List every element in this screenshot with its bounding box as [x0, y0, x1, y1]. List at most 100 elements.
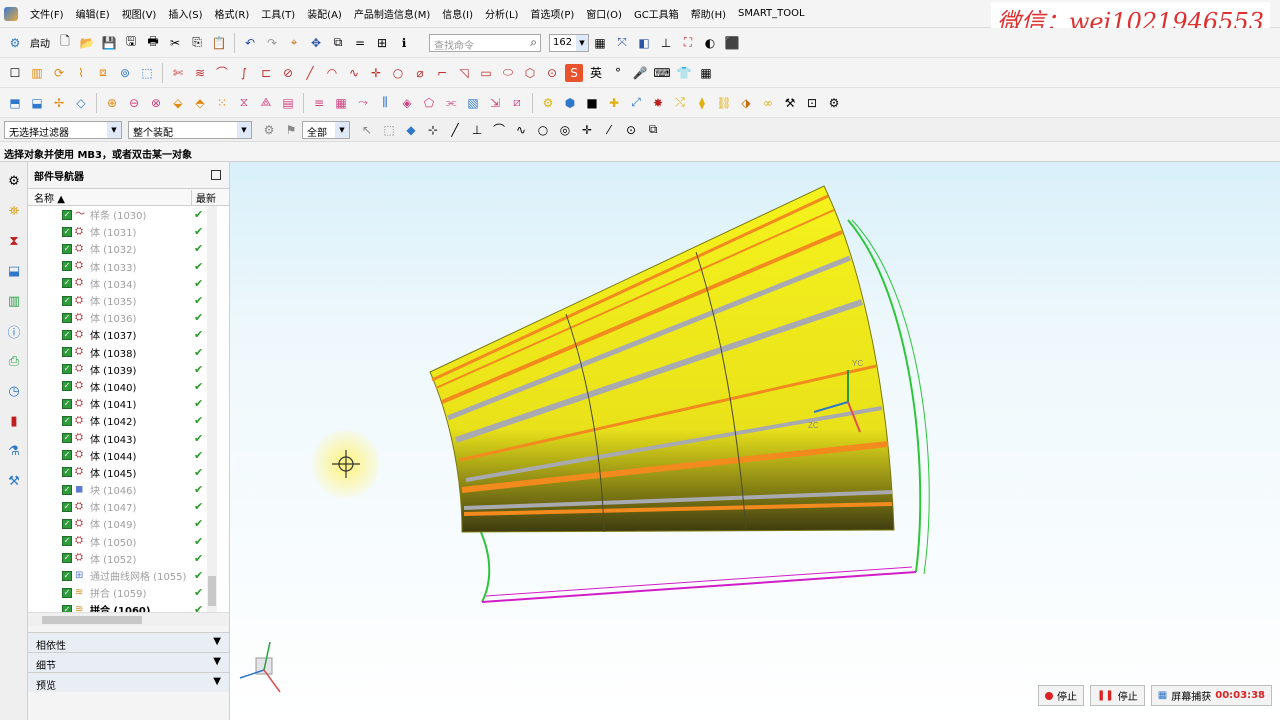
extrude-icon[interactable]: ▥: [28, 64, 46, 82]
visibility-checkbox[interactable]: ✓: [62, 278, 72, 289]
fit-view-icon[interactable]: ⛶: [679, 34, 697, 52]
patch-icon[interactable]: ▧: [464, 94, 482, 112]
history-icon[interactable]: ⎙: [3, 350, 25, 372]
spline-icon[interactable]: ∿: [345, 64, 363, 82]
line-icon[interactable]: ╱: [301, 64, 319, 82]
rectangle-icon[interactable]: ▭: [477, 64, 495, 82]
gear-icon[interactable]: ⚙: [825, 94, 843, 112]
snap-arc-icon[interactable]: ∿: [512, 121, 530, 139]
sew-icon[interactable]: ⫘: [442, 94, 460, 112]
split-body-icon[interactable]: ⬘: [191, 94, 209, 112]
snap-point-icon[interactable]: ✛: [578, 121, 596, 139]
menu-edit[interactable]: 编辑(E): [70, 6, 116, 21]
tree-row[interactable]: ✓ ⛭ 体 (1039) ✔: [28, 361, 229, 378]
chevron-down-icon[interactable]: ▼: [213, 636, 221, 647]
part-navigator-icon[interactable]: ⬓: [3, 260, 25, 282]
save-as-icon[interactable]: 🖫: [122, 34, 140, 52]
offset-surface-icon[interactable]: ⧄: [508, 94, 526, 112]
cube-view-icon[interactable]: ⬛: [723, 34, 741, 52]
save-icon[interactable]: 💾: [100, 34, 118, 52]
constraint-navigator-icon[interactable]: ⧗: [3, 230, 25, 252]
snap-center-icon[interactable]: ○: [534, 121, 552, 139]
sketch-icon[interactable]: ☐: [6, 64, 24, 82]
clock-icon[interactable]: ◷: [3, 380, 25, 402]
details-panel[interactable]: 细节 ▼: [28, 652, 229, 672]
graphics-window[interactable]: YC ZC 停止 ❚❚ 停止 ▦ 屏幕捕获 00:03:38: [230, 162, 1280, 720]
cut-icon[interactable]: ✂: [166, 34, 184, 52]
constraint-icon[interactable]: ■: [583, 94, 601, 112]
snap-curve-icon[interactable]: ⊙: [622, 121, 640, 139]
ellipse-icon[interactable]: ⬭: [499, 64, 517, 82]
menu-file[interactable]: 文件(F): [24, 6, 70, 21]
open-folder-icon[interactable]: 📂: [78, 34, 96, 52]
screen-capture-button[interactable]: ▦ 屏幕捕获 00:03:38: [1150, 685, 1272, 706]
model-view[interactable]: YC ZC: [230, 162, 1280, 720]
move-component-icon[interactable]: ⤢: [627, 94, 645, 112]
menu-view[interactable]: 视图(V): [116, 6, 163, 21]
orient-view-icon[interactable]: ⤧: [613, 34, 631, 52]
assembly-navigator-icon[interactable]: ⛯: [3, 200, 25, 222]
polygon-icon[interactable]: ⬡: [521, 64, 539, 82]
offset-curve-icon[interactable]: ≋: [191, 64, 209, 82]
tree-vertical-scrollbar[interactable]: [207, 206, 217, 612]
check-clearance-icon[interactable]: ⧫: [693, 94, 711, 112]
circle-icon[interactable]: ○: [389, 64, 407, 82]
pause-button[interactable]: ❚❚ 停止: [1090, 685, 1145, 706]
select-tool-icon[interactable]: ↖: [358, 121, 376, 139]
sogou-ime-icon[interactable]: S: [565, 63, 583, 82]
visibility-checkbox[interactable]: ✓: [62, 381, 72, 392]
visibility-checkbox[interactable]: ✓: [62, 518, 72, 529]
visibility-checkbox[interactable]: ✓: [62, 553, 72, 564]
visibility-checkbox[interactable]: ✓: [62, 347, 72, 358]
menu-smart-tool[interactable]: SMART_TOOL: [732, 8, 811, 19]
through-mesh-icon[interactable]: ▦: [332, 94, 350, 112]
web-browser-icon[interactable]: ⓘ: [3, 320, 25, 342]
search-icon[interactable]: ⌕: [530, 35, 537, 50]
visibility-checkbox[interactable]: ✓: [62, 209, 72, 220]
chevron-down-icon[interactable]: ▼: [237, 121, 251, 138]
point-icon[interactable]: ✛: [367, 64, 385, 82]
snap-control-icon[interactable]: ⊥: [468, 121, 486, 139]
hole-icon[interactable]: ⊚: [116, 64, 134, 82]
bottom-section-curve[interactable]: [481, 571, 917, 603]
tree-row[interactable]: ✓ 〜样条 (1030) ✔: [28, 206, 229, 223]
dependencies-panel[interactable]: 相依性 ▼: [28, 632, 229, 652]
boolean-icon[interactable]: ⧈: [94, 64, 112, 82]
subtract-icon[interactable]: ⊖: [125, 94, 143, 112]
assembly-icon[interactable]: ⚙: [539, 94, 557, 112]
visibility-checkbox[interactable]: ✓: [62, 433, 72, 444]
tree-row[interactable]: ✓ ⛭ 体 (1036) ✔: [28, 309, 229, 326]
tree-row[interactable]: ✓ ⛭ 体 (1047) ✔: [28, 498, 229, 515]
print-icon[interactable]: 🖶: [144, 34, 162, 52]
target-point-icon[interactable]: ⊙: [543, 64, 561, 82]
tree-row[interactable]: ✓ ⛭ 体 (1042) ✔: [28, 412, 229, 429]
chevron-down-icon[interactable]: ▼: [335, 121, 349, 138]
explode-icon[interactable]: ✸: [649, 94, 667, 112]
face-icon[interactable]: ◇: [72, 94, 90, 112]
menu-format[interactable]: 格式(R): [209, 6, 256, 21]
measure-icon[interactable]: ⊞: [373, 34, 391, 52]
menu-information[interactable]: 信息(I): [436, 6, 479, 21]
datum-csys-icon[interactable]: ✢: [50, 94, 68, 112]
shaded-icon[interactable]: ◐: [701, 34, 719, 52]
datum-plane-icon[interactable]: ⬒: [6, 94, 24, 112]
thicken-icon[interactable]: ▤: [279, 94, 297, 112]
shell-icon[interactable]: ⬚: [138, 64, 156, 82]
wcs-icon[interactable]: ⊥: [657, 34, 675, 52]
snap-bounded-icon[interactable]: ⧉: [644, 121, 662, 139]
undo-icon[interactable]: ↶: [241, 34, 259, 52]
section-view-icon[interactable]: ◧: [635, 34, 653, 52]
start-icon[interactable]: ⚙: [6, 34, 24, 52]
command-search-input[interactable]: 查找命令 ⌕: [429, 33, 541, 52]
snap-icon[interactable]: ⌖: [285, 34, 303, 52]
component-icon[interactable]: ⬢: [561, 94, 579, 112]
tree-horizontal-scrollbar[interactable]: [28, 612, 229, 626]
select-box-icon[interactable]: ⬚: [380, 121, 398, 139]
ruled-icon[interactable]: ⫼: [376, 94, 394, 112]
visibility-checkbox[interactable]: ✓: [62, 587, 72, 598]
new-file-icon[interactable]: 🗋: [56, 34, 74, 52]
sequence-icon[interactable]: ⤭: [671, 94, 689, 112]
tree-row[interactable]: ✓ ⛭ 体 (1033) ✔: [28, 258, 229, 275]
snap-face-icon[interactable]: ⁄: [600, 121, 618, 139]
visibility-checkbox[interactable]: ✓: [62, 450, 72, 461]
